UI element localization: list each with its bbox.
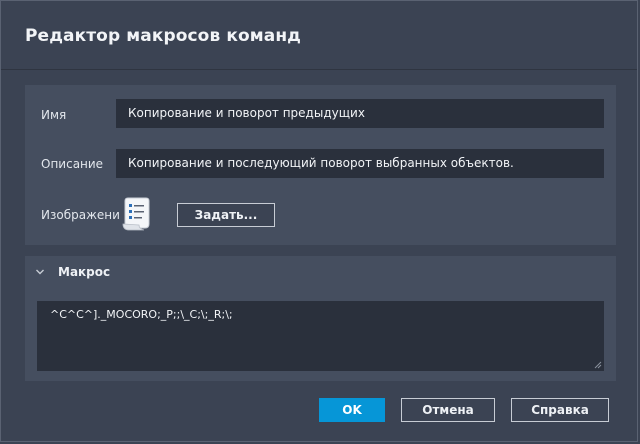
script-document-icon <box>122 197 150 231</box>
cancel-button[interactable]: Отмена <box>401 398 495 422</box>
dialog-title: Редактор макросов команд <box>25 26 301 46</box>
chevron-down-icon[interactable] <box>35 267 45 277</box>
name-label: Имя <box>41 108 67 122</box>
ok-button[interactable]: OK <box>319 398 385 422</box>
image-label: Изображени <box>41 208 120 222</box>
title-divider <box>1 69 637 70</box>
resize-grip-icon[interactable] <box>592 359 602 369</box>
description-label: Описание <box>41 157 104 171</box>
macro-editor-dialog: Редактор макросов команд Имя Копирование… <box>0 0 638 442</box>
macro-textarea[interactable]: ^C^C^]._MOCORO;_P;;\_C;\;_R;\; <box>37 301 604 371</box>
description-field[interactable]: Копирование и последующий поворот выбран… <box>116 149 604 178</box>
macro-section-title[interactable]: Макрос <box>58 265 110 279</box>
set-image-button[interactable]: Задать... <box>177 203 275 227</box>
help-button[interactable]: Справка <box>511 398 609 422</box>
name-field[interactable]: Копирование и поворот предыдущих <box>116 99 604 128</box>
